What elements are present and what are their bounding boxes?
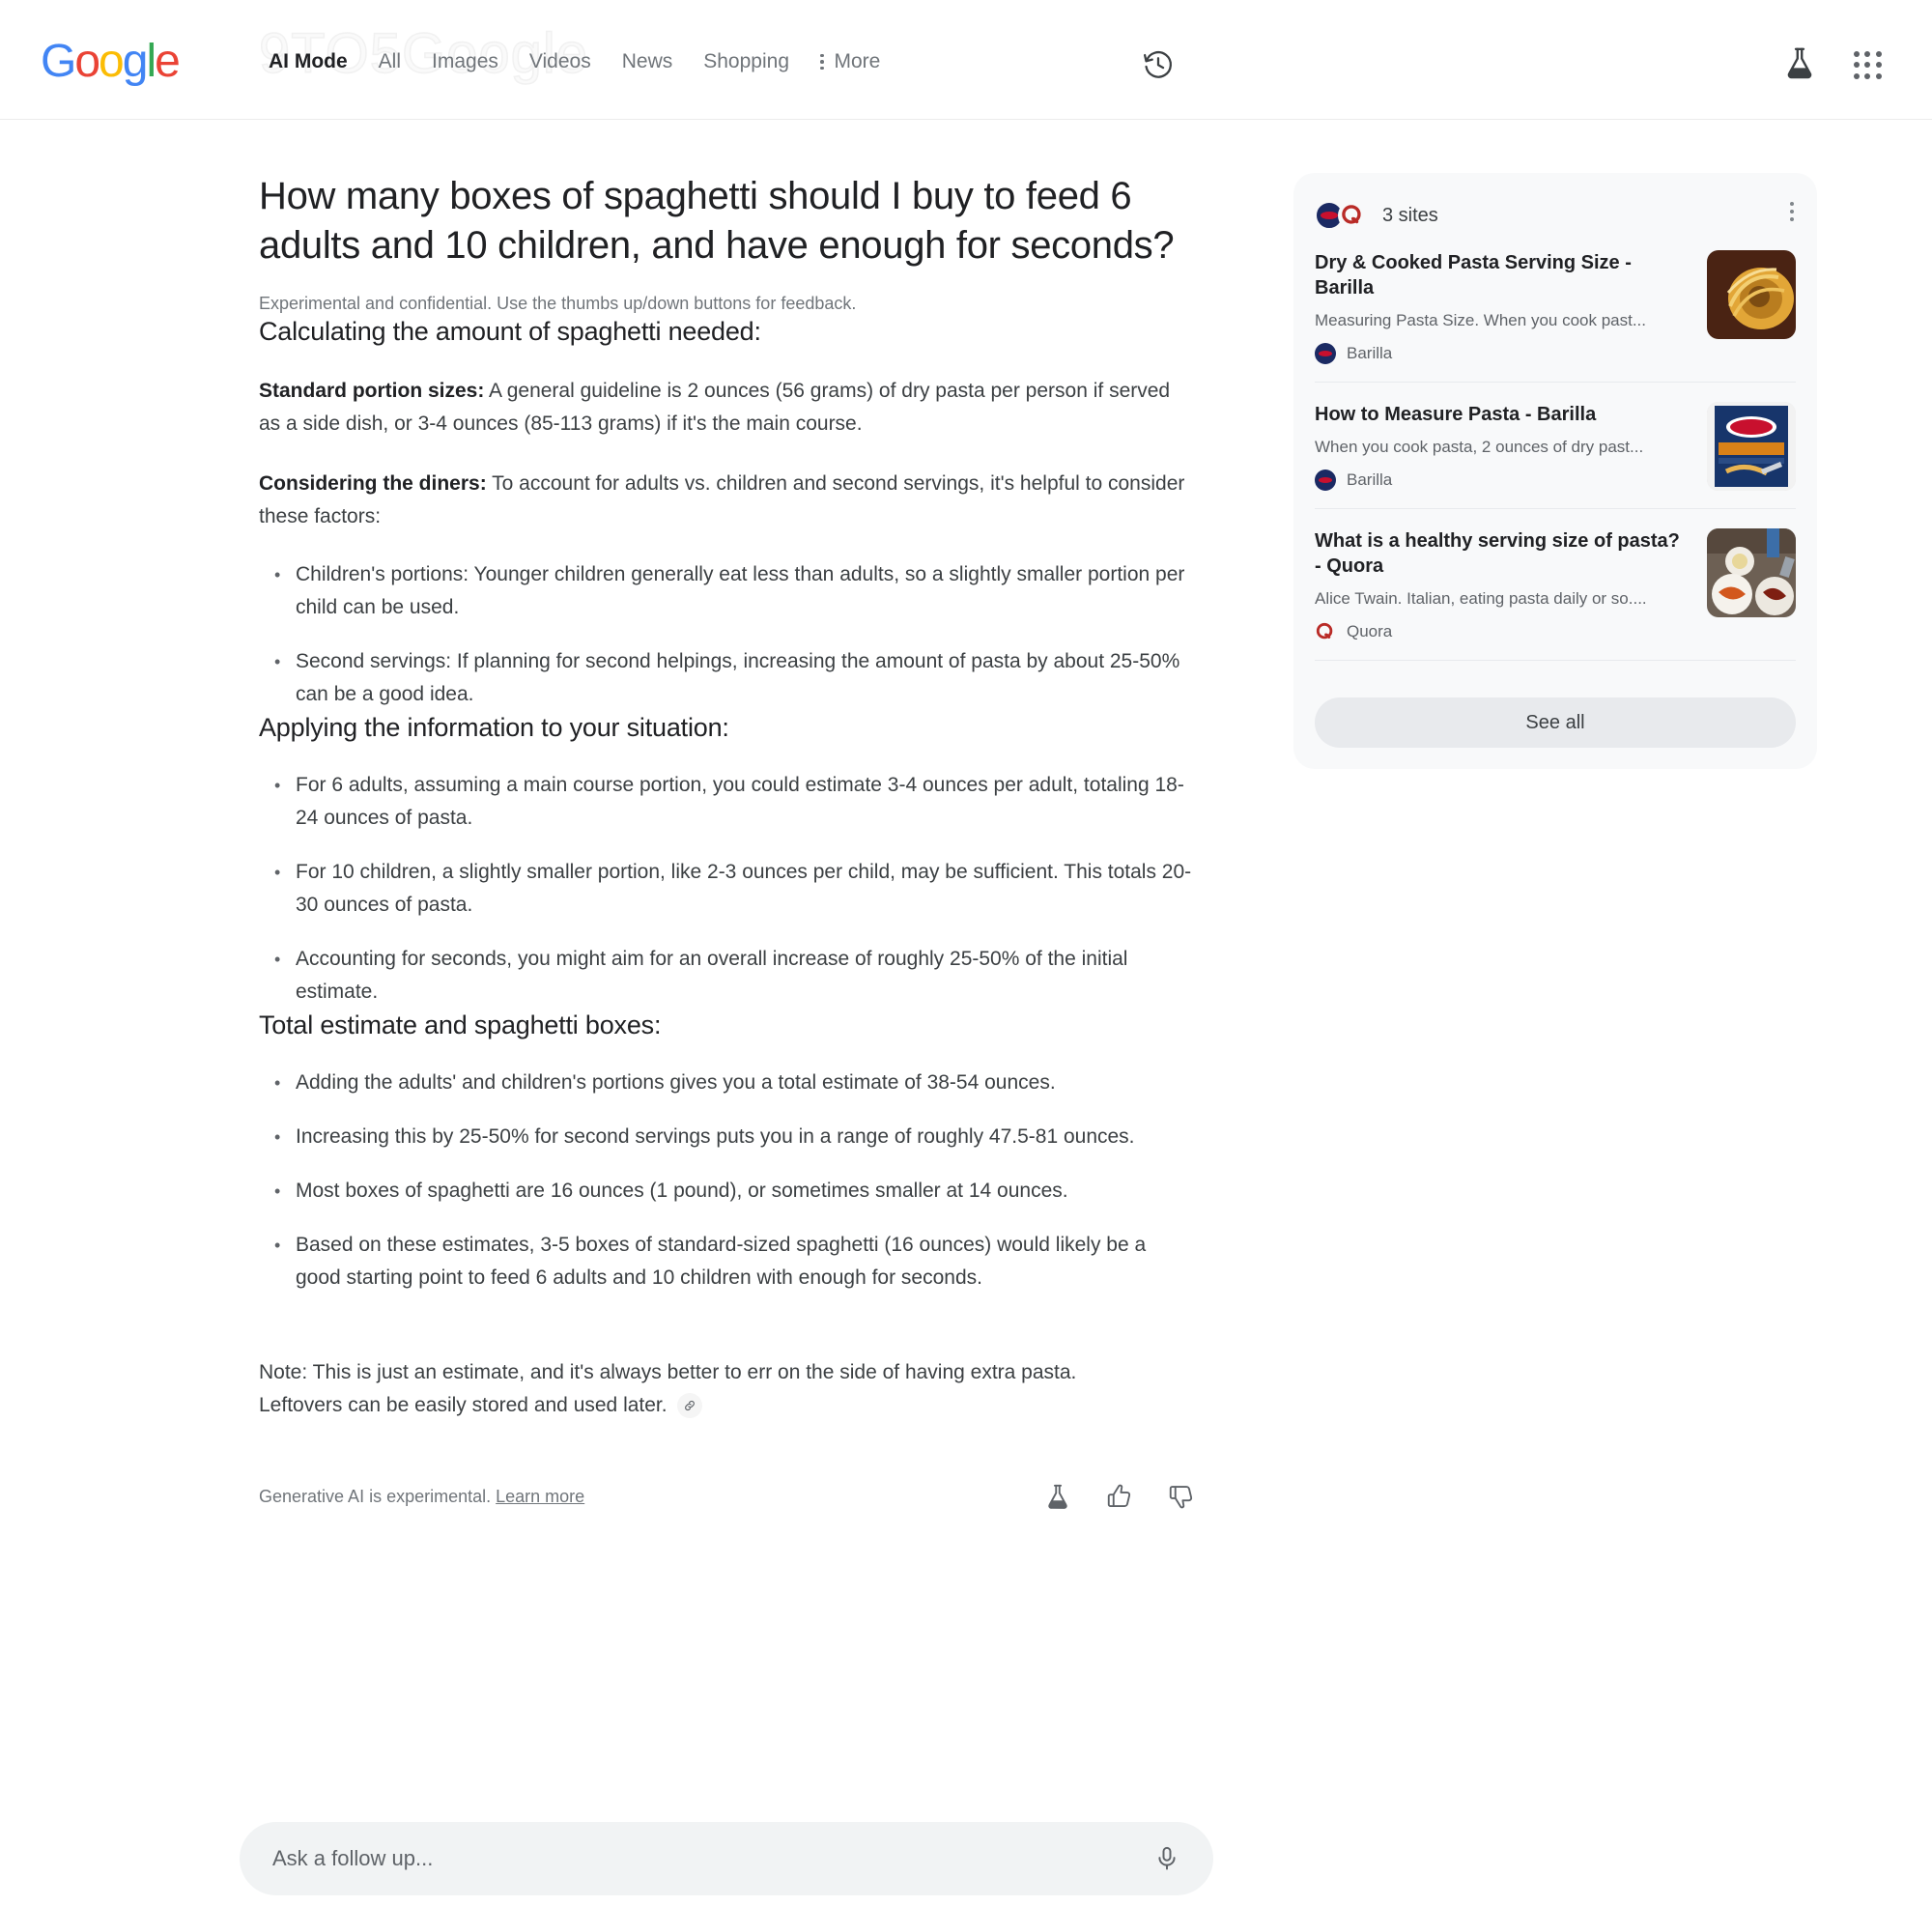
more-vert-icon [820, 53, 824, 71]
list-item: Most boxes of spaghetti are 16 ounces (1… [259, 1175, 1196, 1208]
labs-flask-icon[interactable] [1781, 44, 1818, 81]
source-body: What is a healthy serving size of pasta?… [1315, 528, 1691, 642]
source-snippet: Alice Twain. Italian, eating pasta daily… [1315, 589, 1647, 608]
list-item: For 10 children, a slightly smaller port… [259, 856, 1196, 922]
sites-count-label: 3 sites [1382, 204, 1438, 226]
source-snippet: Measuring Pasta Size. When you cook past… [1315, 311, 1647, 329]
labs-flask-icon[interactable] [1043, 1482, 1072, 1511]
source-thumbnail [1707, 528, 1796, 617]
source-title: How to Measure Pasta - Barilla [1315, 404, 1597, 425]
see-all-wrapper: See all [1315, 660, 1796, 748]
list-item: Accounting for seconds, you might aim fo… [259, 943, 1196, 1009]
more-options-icon[interactable] [1790, 202, 1794, 221]
source-title: What is a healthy serving size of pasta?… [1315, 530, 1680, 577]
search-tabs-nav: AI Mode All Images Videos News Shopping … [269, 50, 895, 73]
list-item: For 6 adults, assuming a main course por… [259, 769, 1196, 835]
link-icon[interactable] [676, 1393, 702, 1419]
quora-favicon [1338, 201, 1367, 230]
source-body: How to Measure Pasta - Barilla When you … [1315, 402, 1691, 491]
publisher-name: Barilla [1347, 470, 1393, 489]
see-all-button[interactable]: See all [1315, 697, 1796, 748]
publisher-name: Barilla [1347, 344, 1393, 362]
section-1-paragraph-1: Standard portion sizes: A general guidel… [259, 375, 1196, 441]
section-1-paragraph-2: Considering the diners: To account for a… [259, 468, 1196, 533]
section-3-bullet-list: Adding the adults' and children's portio… [259, 1067, 1196, 1294]
generative-ai-disclaimer: Generative AI is experimental. Learn mor… [259, 1487, 584, 1507]
list-item[interactable]: What is a healthy serving size of pasta?… [1315, 508, 1796, 660]
list-item: Increasing this by 25-50% for second ser… [259, 1121, 1196, 1153]
source-body: Dry & Cooked Pasta Serving Size - Barill… [1315, 250, 1691, 364]
barilla-favicon [1315, 343, 1336, 364]
list-item: Adding the adults' and children's portio… [259, 1067, 1196, 1099]
tab-shopping[interactable]: Shopping [688, 50, 805, 73]
source-publisher: Quora [1315, 621, 1691, 642]
para-lead-2: Considering the diners: [259, 472, 487, 495]
tab-all[interactable]: All [363, 50, 416, 73]
footer-static-text: Generative AI is experimental. [259, 1486, 492, 1506]
note-text: Note: This is just an estimate, and it's… [259, 1361, 1077, 1416]
source-publisher: Barilla [1315, 469, 1691, 491]
answer-footer: Generative AI is experimental. Learn mor… [259, 1482, 1196, 1511]
microphone-icon[interactable] [1153, 1845, 1180, 1872]
more-label: More [834, 50, 881, 72]
source-favicon-stack [1315, 201, 1369, 230]
tab-more[interactable]: More [805, 50, 895, 73]
source-thumbnail [1707, 402, 1796, 491]
list-item: Children's portions: Younger children ge… [259, 558, 1196, 624]
top-header: Google AI Mode All Images Videos News Sh… [0, 0, 1932, 120]
section-1-bullet-list: Children's portions: Younger children ge… [259, 558, 1196, 711]
barilla-favicon [1315, 469, 1336, 491]
history-icon[interactable] [1142, 48, 1175, 81]
feedback-icon-group [1043, 1482, 1196, 1511]
tab-news[interactable]: News [607, 50, 689, 73]
section-heading-2: Applying the information to your situati… [259, 713, 729, 742]
list-item[interactable]: Dry & Cooked Pasta Serving Size - Barill… [1315, 241, 1796, 382]
list-item: Second servings: If planning for second … [259, 645, 1196, 711]
followup-search-bar[interactable]: Ask a follow up... [240, 1822, 1213, 1895]
list-item[interactable]: How to Measure Pasta - Barilla When you … [1315, 382, 1796, 508]
source-publisher: Barilla [1315, 343, 1691, 364]
publisher-name: Quora [1347, 622, 1393, 640]
para-lead-1: Standard portion sizes: [259, 380, 485, 402]
sources-card-header: 3 sites [1315, 190, 1796, 241]
google-logo[interactable]: Google [41, 39, 181, 85]
section-heading-1: Calculating the amount of spaghetti need… [259, 317, 761, 346]
thumb-down-icon[interactable] [1167, 1482, 1196, 1511]
note-paragraph: Note: This is just an estimate, and it's… [259, 1356, 1128, 1422]
thumb-up-icon[interactable] [1105, 1482, 1134, 1511]
source-snippet: When you cook pasta, 2 ounces of dry pas… [1315, 438, 1644, 456]
experimental-disclaimer: Experimental and confidential. Use the t… [259, 294, 857, 313]
page-title: How many boxes of spaghetti should I buy… [259, 175, 1175, 267]
tab-images[interactable]: Images [416, 50, 514, 73]
main-answer-column: How many boxes of spaghetti should I buy… [259, 172, 1196, 1511]
learn-more-link[interactable]: Learn more [496, 1487, 584, 1506]
sources-card: 3 sites Dry & Cooked Pasta Serving Size … [1293, 173, 1817, 769]
quora-favicon [1315, 621, 1336, 642]
source-title: Dry & Cooked Pasta Serving Size - Barill… [1315, 252, 1632, 299]
google-apps-icon[interactable] [1851, 48, 1886, 83]
tab-videos[interactable]: Videos [514, 50, 607, 73]
section-heading-3: Total estimate and spaghetti boxes: [259, 1010, 662, 1039]
list-item: Based on these estimates, 3-5 boxes of s… [259, 1229, 1196, 1294]
followup-input[interactable]: Ask a follow up... [272, 1846, 1153, 1871]
tab-ai-mode[interactable]: AI Mode [269, 50, 363, 73]
source-thumbnail [1707, 250, 1796, 339]
section-2-bullet-list: For 6 adults, assuming a main course por… [259, 769, 1196, 1009]
